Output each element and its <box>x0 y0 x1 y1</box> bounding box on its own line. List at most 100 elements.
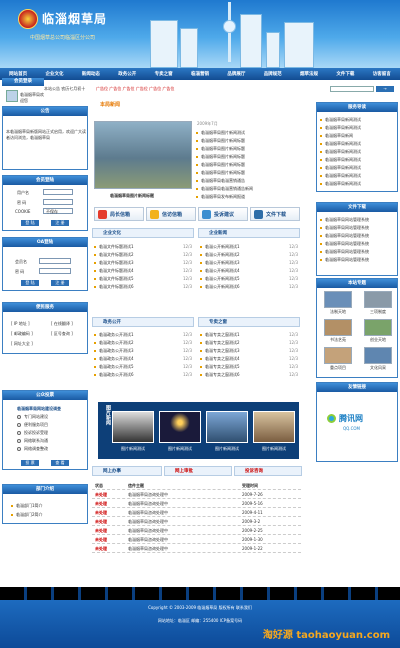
news-item[interactable]: 临淄烟草局图片新闻标题 <box>196 137 302 145</box>
right-list-item[interactable]: 临淄烟草局新闻测试 <box>320 180 398 188</box>
tab-complaint[interactable]: 投诉咨询 <box>234 466 302 476</box>
survey-option[interactable]: 专门网站建设 <box>17 413 83 421</box>
table-cell-subject[interactable]: 临淄烟草局咨询处理中 <box>124 499 242 507</box>
topic-tile[interactable]: 法制天地 <box>321 291 355 316</box>
photo-news-caption[interactable]: 图片新闻测试 <box>205 446 249 452</box>
news-item[interactable]: 临淄烟草局临淄营销通告 <box>196 177 302 185</box>
photo-news-caption[interactable]: 图片新闻测试 <box>252 446 296 452</box>
username-field[interactable] <box>43 189 73 195</box>
radio-button[interactable] <box>17 423 21 427</box>
list-item[interactable]: 临淄文件标题测试2 12/3 <box>94 251 194 259</box>
login-button[interactable]: 登 陆 <box>21 220 39 226</box>
list-item[interactable]: 临淄政务公开测试5 12/3 <box>94 363 194 371</box>
vote-button[interactable]: 投 票 <box>21 460 39 466</box>
right-list-item[interactable]: 临淄烟草局网站管理系统 <box>320 216 398 224</box>
table-row[interactable]: 未处理 临淄烟草局咨询处理中 2009-1-30 <box>92 535 301 544</box>
nav-item[interactable]: 文件下载 <box>327 71 363 77</box>
list-item[interactable]: 临淄政务公开测试6 12/3 <box>94 371 194 379</box>
quick-link-button[interactable]: 投诉建议 <box>198 207 248 221</box>
topic-tile[interactable]: 书法艺苑 <box>321 319 355 344</box>
list-item[interactable]: 临淄政务公开测试4 12/3 <box>94 355 194 363</box>
tab-online-service[interactable]: 网上办事 <box>92 466 162 476</box>
cookie-select[interactable]: 不保存 <box>43 208 73 214</box>
list-item[interactable]: 临淄公开新闻测试1 12/3 <box>200 243 300 251</box>
table-row[interactable]: 未处理 临淄烟草局咨询处理中 2009-5-16 <box>92 499 301 508</box>
photo-news-image[interactable] <box>159 411 201 443</box>
table-cell-subject[interactable]: 临淄烟草局咨询处理中 <box>124 508 242 516</box>
news-item[interactable]: 临淄烟草局临淄营销通告新闻 <box>196 185 302 193</box>
service-link[interactable]: [ 在线翻译 ] <box>51 321 73 327</box>
news-item[interactable]: 临淄烟草局图片新闻标题 <box>196 161 302 169</box>
right-list-item[interactable]: 临淄烟草局新闻测试 <box>320 140 398 148</box>
right-list-item[interactable]: 临淄烟草局网站管理系统 <box>320 240 398 248</box>
photo-news-caption[interactable]: 图片新闻测试 <box>158 446 202 452</box>
table-cell-subject[interactable]: 临淄烟草局咨询处理中 <box>124 526 242 534</box>
right-list-item[interactable]: 临淄烟草局网站管理系统 <box>320 248 398 256</box>
radio-button[interactable] <box>17 447 21 451</box>
topic-tile[interactable]: 文化风采 <box>361 347 395 372</box>
right-list-item[interactable]: 临淄烟草局新闻 <box>320 132 398 140</box>
tab-online-approval[interactable]: 网上审批 <box>164 466 232 476</box>
service-link[interactable]: [ 邮政编码 ] <box>11 331 33 337</box>
list-item[interactable]: 临淄专卖之窗测试5 12/3 <box>200 363 300 371</box>
news-item[interactable]: 临淄烟草局图片新闻标题 <box>196 169 302 177</box>
news-photo[interactable] <box>94 121 192 189</box>
view-results-button[interactable]: 查 看 <box>51 460 69 466</box>
tab-culture[interactable]: 企业文化 <box>92 228 194 238</box>
nav-item[interactable]: 企业文化 <box>36 71 72 77</box>
topic-tile[interactable]: 创业天地 <box>361 319 395 344</box>
table-cell-subject[interactable]: 临淄烟草局咨询处理中 <box>124 544 242 552</box>
table-row[interactable]: 未处理 临淄烟草局咨询处理中 2009-3-2 <box>92 517 301 526</box>
list-item[interactable]: 临淄文件标题测试6 12/3 <box>94 283 194 291</box>
table-row[interactable]: 未处理 临淄烟草局咨询处理中 2009-2-25 <box>92 526 301 535</box>
table-cell-subject[interactable]: 临淄烟草局咨询处理中 <box>124 517 242 525</box>
photo-news-caption[interactable]: 图片新闻测试 <box>111 446 155 452</box>
quick-link-button[interactable]: 信访信箱 <box>146 207 196 221</box>
survey-option[interactable]: 网络联系沟通 <box>17 437 83 445</box>
list-item[interactable]: 临淄公开新闻测试6 12/3 <box>200 283 300 291</box>
survey-option[interactable]: 便利服务项目 <box>17 421 83 429</box>
nav-item[interactable]: 临淄营销 <box>182 71 218 77</box>
tab-monopoly-window[interactable]: 专卖之窗 <box>198 317 300 327</box>
quick-link-button[interactable]: 文件下载 <box>250 207 300 221</box>
right-list-item[interactable]: 临淄烟草局新闻测试 <box>320 116 398 124</box>
list-item[interactable]: 临淄公开新闻测试3 12/3 <box>200 259 300 267</box>
ticker-text[interactable]: 广告位 广告位 广告位 广告位 广告位 广告位 <box>96 86 174 92</box>
nav-item[interactable]: 新闻动态 <box>73 71 109 77</box>
news-item[interactable]: 临淄烟草局图片新闻测试 <box>196 129 302 137</box>
table-row[interactable]: 未处理 临淄烟草局咨询处理中 2009-7-26 <box>92 490 301 499</box>
list-item[interactable]: 临淄文件标题测试3 12/3 <box>94 259 194 267</box>
list-item[interactable]: 临淄专卖之窗测试2 12/3 <box>200 339 300 347</box>
nav-item[interactable]: 品牌展厅 <box>218 71 254 77</box>
table-row[interactable]: 未处理 临淄烟草局咨询处理中 2009-1-22 <box>92 544 301 553</box>
list-item[interactable]: 临淄专卖之窗测试3 12/3 <box>200 347 300 355</box>
nav-item[interactable]: 专卖之窗 <box>145 71 181 77</box>
right-list-item[interactable]: 临淄烟草局新闻测试 <box>320 164 398 172</box>
list-item[interactable]: 临淄文件标题测试5 12/3 <box>94 275 194 283</box>
table-cell-subject[interactable]: 临淄烟草局咨询处理中 <box>124 535 242 543</box>
service-link[interactable]: [ 网址大全 ] <box>11 341 33 347</box>
list-item[interactable]: 临淄专卖之窗测试1 12/3 <box>200 331 300 339</box>
list-item[interactable]: 临淄公开新闻测试2 12/3 <box>200 251 300 259</box>
right-list-item[interactable]: 临淄烟草局新闻测试 <box>320 148 398 156</box>
oa-user-field[interactable] <box>39 258 71 264</box>
service-link[interactable]: [ IP 地址 ] <box>11 321 30 327</box>
list-item[interactable]: 临淄文件标题测试1 12/3 <box>94 243 194 251</box>
news-item[interactable]: 临淄烟草局图片新闻标题 <box>196 153 302 161</box>
oa-register-button[interactable]: 注 册 <box>51 280 69 286</box>
quick-link-button[interactable]: 局长信箱 <box>94 207 144 221</box>
table-cell-subject[interactable]: 临淄烟草局咨询处理中 <box>124 490 242 498</box>
photo-news-image[interactable] <box>112 411 154 443</box>
right-list-item[interactable]: 临淄烟草局网站管理系统 <box>320 232 398 240</box>
right-list-item[interactable]: 临淄烟草局新闻测试 <box>320 156 398 164</box>
oa-pwd-field[interactable] <box>39 268 71 274</box>
right-list-item[interactable]: 临淄烟草局新闻测试 <box>320 124 398 132</box>
radio-button[interactable] <box>17 439 21 443</box>
news-photo-caption[interactable]: 临淄烟草局图片新闻标题 <box>110 193 154 199</box>
password-field[interactable] <box>43 199 73 205</box>
table-row[interactable]: 未处理 临淄烟草局咨询处理中 2009-4-11 <box>92 508 301 517</box>
list-item[interactable]: 临淄文件标题测试4 12/3 <box>94 267 194 275</box>
nav-item[interactable]: 访客留言 <box>364 71 400 77</box>
register-button[interactable]: 注 册 <box>51 220 69 226</box>
nav-item[interactable]: 网站首页 <box>0 71 36 77</box>
